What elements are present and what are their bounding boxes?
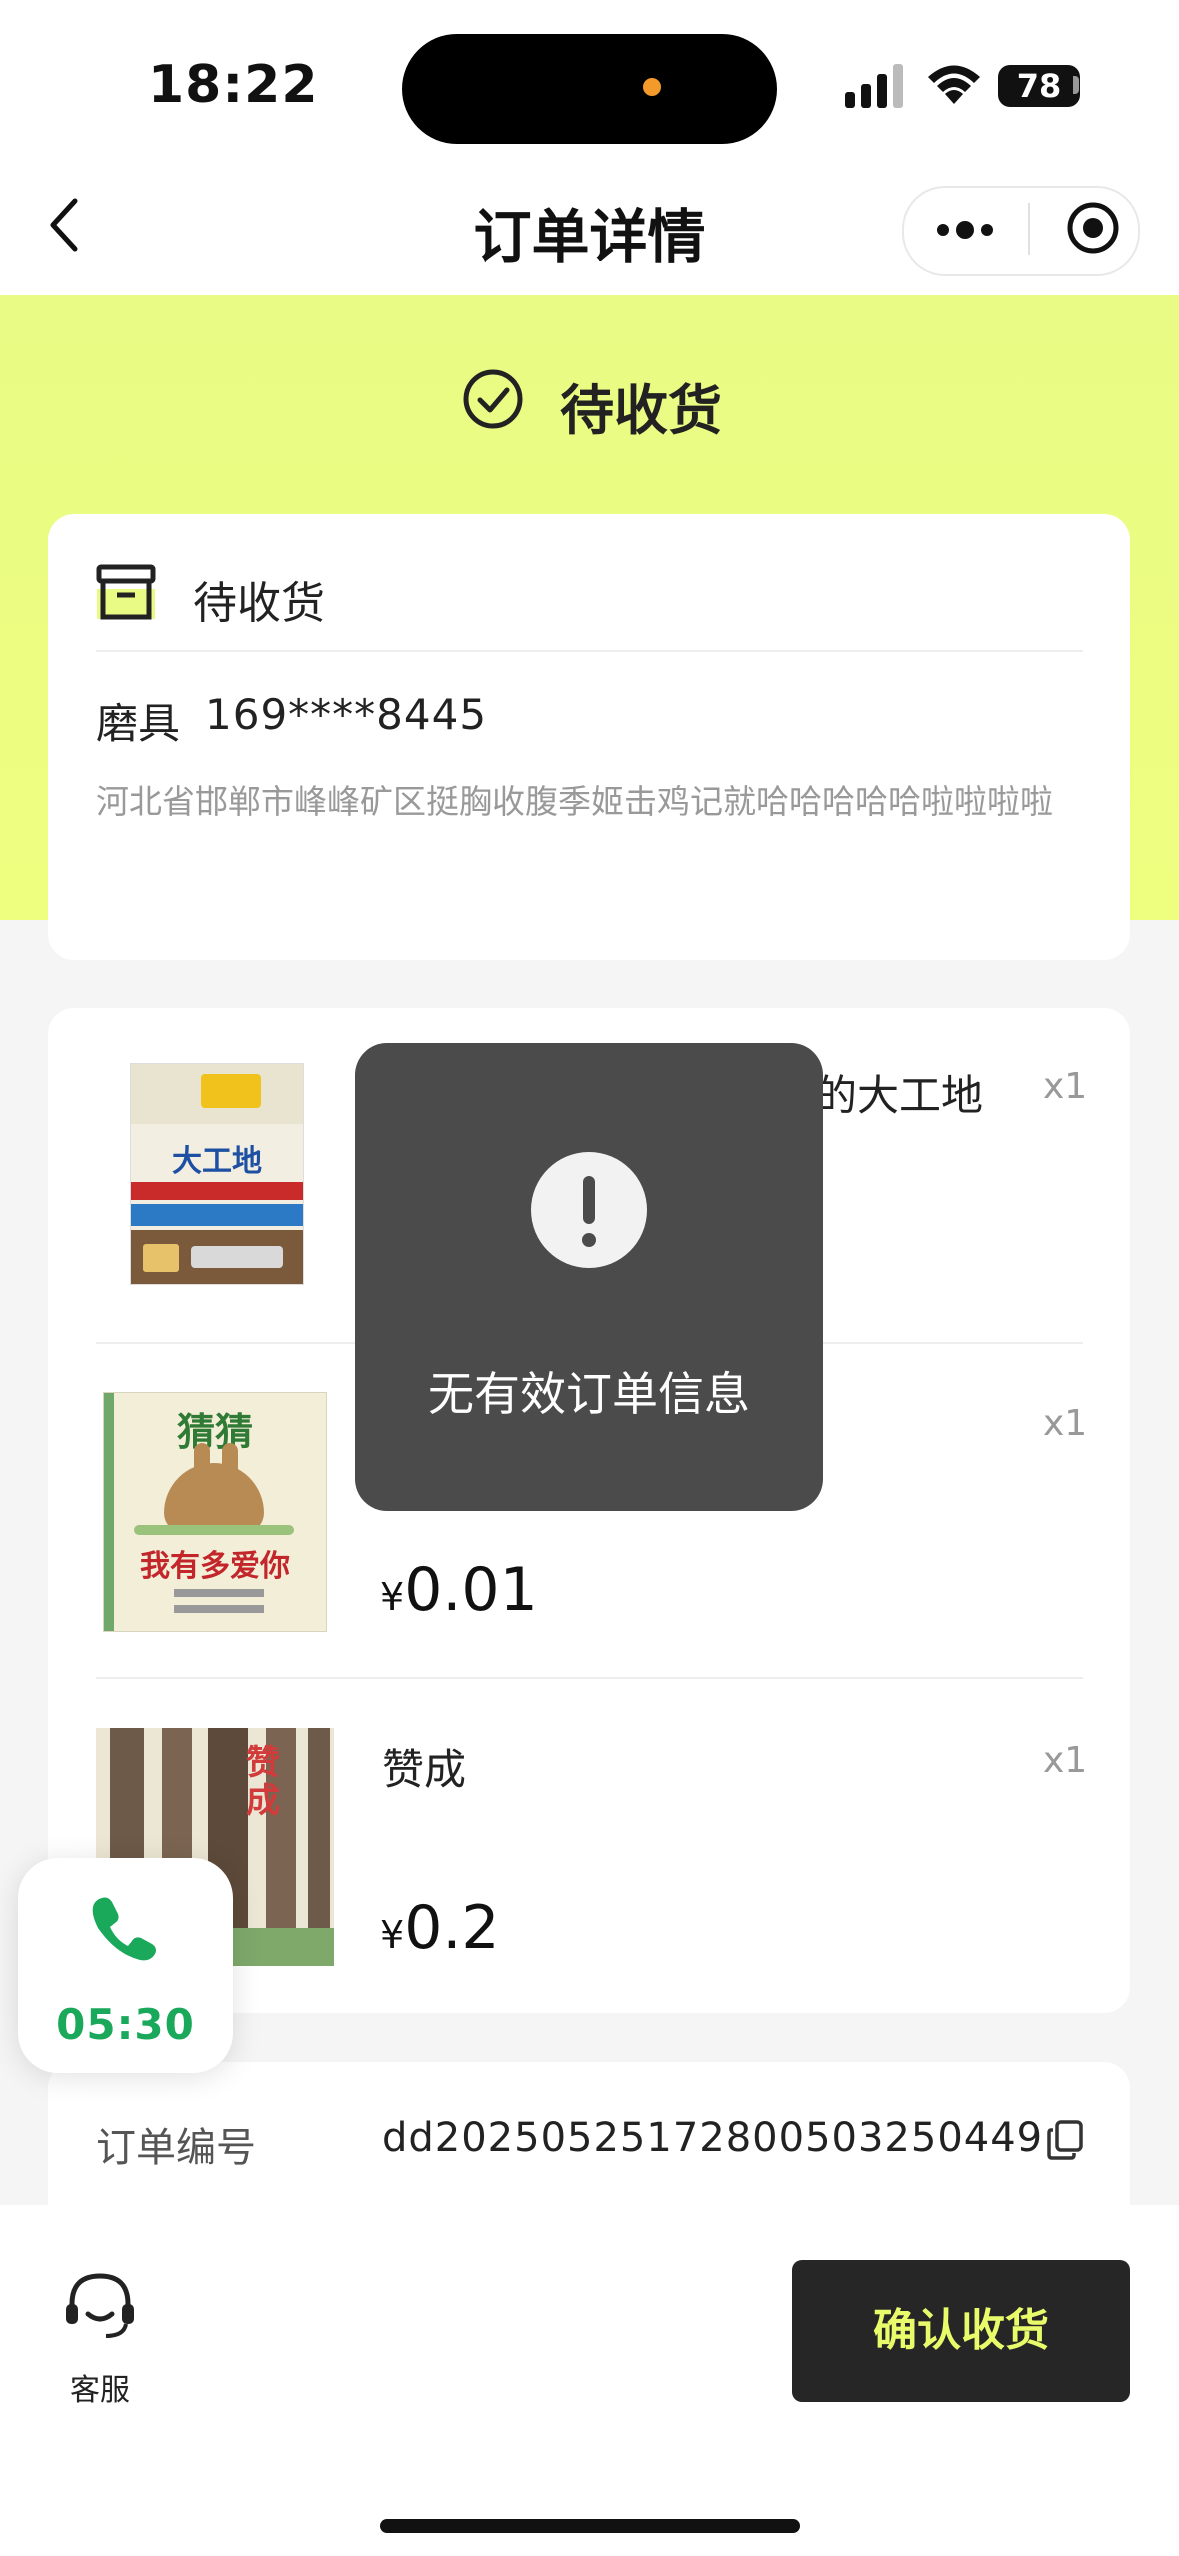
book-cover-2-title: 猜猜 [176, 1410, 253, 1454]
home-indicator[interactable] [380, 2519, 800, 2533]
wifi-icon [928, 65, 980, 104]
package-box-icon [96, 564, 156, 620]
goods-name-1: 的大工地 [815, 1071, 984, 1120]
goods-price-2: ¥0.01 [380, 1555, 538, 1625]
price-value: 0.01 [404, 1555, 538, 1625]
close-miniprogram-icon[interactable] [1065, 200, 1121, 256]
goods-price-3: ¥0.2 [380, 1893, 500, 1963]
book-cover-2-subtitle: 我有多爱你 [140, 1549, 290, 1584]
goods-qty-3: x1 [1043, 1740, 1088, 1781]
capsule-divider [1028, 203, 1030, 255]
confirm-receipt-button[interactable]: 确认收货 [792, 2260, 1130, 2402]
exclamation-icon [531, 1152, 647, 1268]
recipient-phone: 169****8445 [205, 690, 488, 739]
goods-qty-1: x1 [1043, 1066, 1088, 1107]
call-duration: 05:30 [56, 2000, 195, 2049]
order-status-title: 待收货 [560, 379, 722, 442]
divider [96, 650, 1083, 652]
currency-symbol: ¥ [380, 1913, 405, 1957]
toast [355, 1043, 823, 1511]
order-number-value: dd20250525172800503250449 [382, 2115, 1044, 2161]
phone-icon[interactable] [88, 1892, 160, 1964]
recording-indicator-icon [643, 78, 661, 96]
book-cover-2[interactable]: 猜猜 我有多爱你 [103, 1392, 327, 1632]
goods-name-3: 赞成 [382, 1745, 467, 1794]
toast-message: 无有效订单信息 [428, 1367, 750, 1421]
customer-service-label[interactable]: 客服 [62, 2365, 138, 2409]
address-status-label: 待收货 [193, 578, 325, 629]
more-dots-icon[interactable] [930, 210, 1000, 250]
divider [96, 1677, 1083, 1679]
price-value: 0.2 [404, 1893, 500, 1963]
order-number-label: 订单编号 [96, 2125, 256, 2171]
book-cover-1[interactable]: 大工地 [130, 1063, 304, 1285]
book-cover-3-title: 赞成 [246, 1743, 280, 1821]
battery-cap [1073, 76, 1079, 94]
copy-icon[interactable] [1047, 2120, 1083, 2160]
goods-qty-2: x1 [1043, 1403, 1088, 1444]
recipient-name: 磨具 [96, 699, 181, 748]
cellular-signal-icon [845, 64, 903, 108]
recipient-address: 河北省邯郸市峰峰矿区挺胸收腹季姬击鸡记就哈哈哈哈哈啦啦啦啦 [96, 782, 1053, 821]
currency-symbol: ¥ [380, 1575, 405, 1619]
check-circle-icon [463, 369, 523, 429]
status-time: 18:22 [148, 55, 319, 115]
customer-service-icon[interactable] [62, 2270, 138, 2342]
battery-level: 78 [998, 65, 1080, 107]
dynamic-island [402, 34, 777, 144]
book-cover-1-title: 大工地 [172, 1144, 262, 1179]
